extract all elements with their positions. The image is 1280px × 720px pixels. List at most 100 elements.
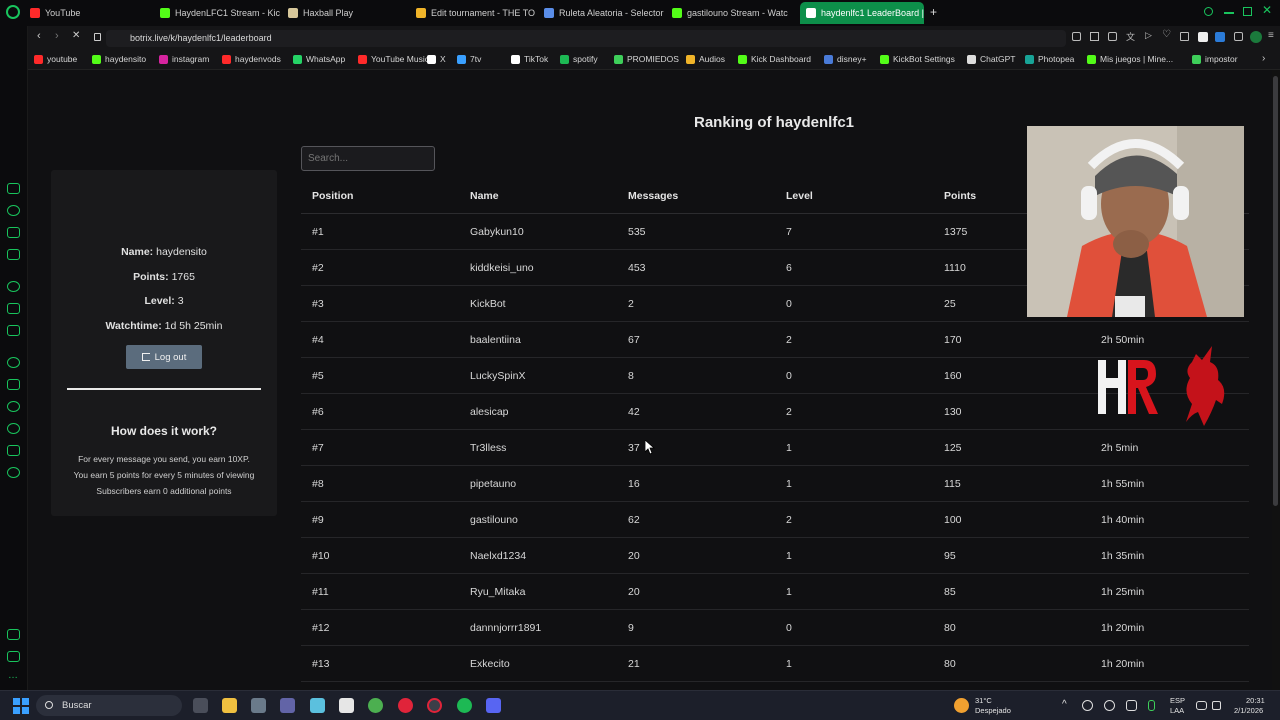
bookmark-18[interactable]: impostor (1192, 54, 1238, 64)
sidebar-download-icon[interactable] (7, 445, 20, 456)
calculator-icon[interactable] (251, 698, 266, 713)
col-messages[interactable]: Messages (628, 190, 678, 202)
bookmark-14[interactable]: KickBot Settings (880, 54, 955, 64)
bookmarks-more-icon[interactable]: › (1262, 53, 1265, 64)
notepad-icon[interactable] (310, 698, 325, 713)
bookmark-16[interactable]: Photopea (1025, 54, 1074, 64)
language-bottom[interactable]: LAA (1170, 706, 1184, 715)
sidebar-tools-icon[interactable] (7, 629, 20, 640)
wallet-icon[interactable] (1180, 32, 1189, 41)
col-position[interactable]: Position (312, 190, 353, 202)
bookmark-8[interactable]: TikTok (511, 54, 548, 64)
extension-blue-icon[interactable] (1215, 32, 1225, 42)
camera-icon[interactable] (1108, 32, 1117, 41)
volume-icon[interactable] (1212, 701, 1221, 710)
stop-loading-icon[interactable]: ✕ (72, 30, 80, 41)
sidebar-news-icon[interactable] (7, 183, 20, 194)
tray-app-3-icon[interactable] (1126, 700, 1137, 711)
sidebar-notes-icon[interactable] (7, 227, 20, 238)
network-icon[interactable] (1196, 701, 1207, 710)
bookmark-1[interactable]: haydensito (92, 54, 146, 64)
forward-icon[interactable]: › (55, 30, 59, 42)
sidebar-settings-icon[interactable] (7, 467, 20, 478)
weather-desc[interactable]: Despejado (975, 706, 1011, 715)
cell-msgs: 37 (628, 442, 640, 454)
bookmark-6[interactable]: X (427, 54, 446, 64)
snipping-tool-icon[interactable] (339, 698, 354, 713)
tray-chevron-icon[interactable]: ^ (1062, 699, 1067, 710)
bookmark-5[interactable]: YouTube Music (358, 54, 429, 64)
bookmark-9[interactable]: spotify (560, 54, 598, 64)
col-name[interactable]: Name (470, 190, 499, 202)
bookmark-2[interactable]: instagram (159, 54, 209, 64)
scrollbar-thumb[interactable] (1273, 76, 1278, 506)
weather-temp[interactable]: 31°C (975, 696, 992, 705)
discord-icon[interactable] (486, 698, 501, 713)
play-icon[interactable]: ▷ (1145, 30, 1152, 41)
tab-3[interactable]: Edit tournament - THE TO (416, 2, 540, 24)
clock-date[interactable]: 2/1/2026 (1234, 706, 1263, 715)
close-window-icon[interactable]: ✕ (1262, 3, 1272, 17)
taskbar-search[interactable]: Buscar (36, 695, 182, 716)
puzzle-icon[interactable] (1234, 32, 1243, 41)
sidebar-heart-icon[interactable] (7, 401, 20, 412)
tab-4[interactable]: Ruleta Aleatoria - Selector (544, 2, 668, 24)
task-view-icon[interactable] (193, 698, 208, 713)
new-tab-button[interactable]: + (930, 5, 937, 19)
opera-icon[interactable] (398, 698, 413, 713)
tray-mic-icon[interactable] (1148, 700, 1155, 711)
sidebar-telegram-icon[interactable] (7, 325, 20, 336)
profile-icon[interactable] (1250, 31, 1262, 43)
logout-button[interactable]: Log out (126, 345, 202, 369)
sidebar-gx-icon[interactable] (7, 651, 20, 662)
sidebar-mail-icon[interactable] (7, 249, 20, 260)
bookmark-4[interactable]: WhatsApp (293, 54, 345, 64)
bookmark-0[interactable]: youtube (34, 54, 77, 64)
maximize-icon[interactable] (1243, 7, 1252, 16)
sidebar-twitch-icon[interactable] (7, 281, 20, 292)
kick-extension-icon[interactable] (1198, 32, 1208, 42)
screenshot-icon[interactable] (1090, 32, 1099, 41)
bookmark-15[interactable]: ChatGPT (967, 54, 1015, 64)
chrome-icon[interactable] (368, 698, 383, 713)
minimize-icon[interactable] (1224, 12, 1234, 14)
tab-0[interactable]: YouTube (30, 2, 154, 24)
spotify-icon[interactable] (457, 698, 472, 713)
bookmark-7[interactable]: 7tv (457, 54, 481, 64)
menu-icon[interactable]: ≡ (1268, 30, 1274, 41)
url-field[interactable]: botrix.live/k/haydenlfc1/leaderboard (106, 30, 1066, 47)
sidebar-more-icon[interactable]: … (8, 670, 18, 681)
extension-icon[interactable] (1072, 32, 1081, 41)
file-explorer-icon[interactable] (222, 698, 237, 713)
heart-icon[interactable]: ♡ (1162, 29, 1171, 40)
col-points[interactable]: Points (944, 190, 976, 202)
bookmark-13[interactable]: disney+ (824, 54, 867, 64)
tab-2[interactable]: Haxball Play (288, 2, 412, 24)
sidebar-clock-icon[interactable] (7, 423, 20, 434)
bookmark-11[interactable]: Audios (686, 54, 725, 64)
sidebar-refresh-icon[interactable] (7, 205, 20, 216)
translate-icon[interactable]: 文 (1126, 30, 1135, 43)
sidebar-chat-icon[interactable] (7, 303, 20, 314)
sidebar-circle-icon[interactable] (7, 357, 20, 368)
back-icon[interactable]: ‹ (37, 30, 41, 42)
tab-1[interactable]: HaydenLFC1 Stream - Kic (160, 2, 284, 24)
bookmark-3[interactable]: haydenvods (222, 54, 281, 64)
col-level[interactable]: Level (786, 190, 813, 202)
search-input[interactable] (301, 146, 435, 171)
sidebar-grid-icon[interactable] (7, 379, 20, 390)
opera-gx-icon[interactable] (427, 698, 442, 713)
teams-icon[interactable] (280, 698, 295, 713)
bookmark-10[interactable]: PROMIEDOS (614, 54, 679, 64)
tray-app-2-icon[interactable] (1104, 700, 1115, 711)
clock-time[interactable]: 20:31 (1246, 696, 1265, 705)
browser-logo-icon[interactable] (6, 5, 20, 19)
search-tabs-icon[interactable] (1204, 7, 1213, 16)
tab-5[interactable]: gastilouno Stream - Watc (672, 2, 796, 24)
bookmark-12[interactable]: Kick Dashboard (738, 54, 811, 64)
start-icon[interactable] (13, 698, 29, 714)
tab-6[interactable]: haydenlfc1 LeaderBoard | (800, 2, 924, 24)
language-top[interactable]: ESP (1170, 696, 1185, 705)
bookmark-17[interactable]: Mis juegos | Mine... (1087, 54, 1173, 64)
tray-app-1-icon[interactable] (1082, 700, 1093, 711)
